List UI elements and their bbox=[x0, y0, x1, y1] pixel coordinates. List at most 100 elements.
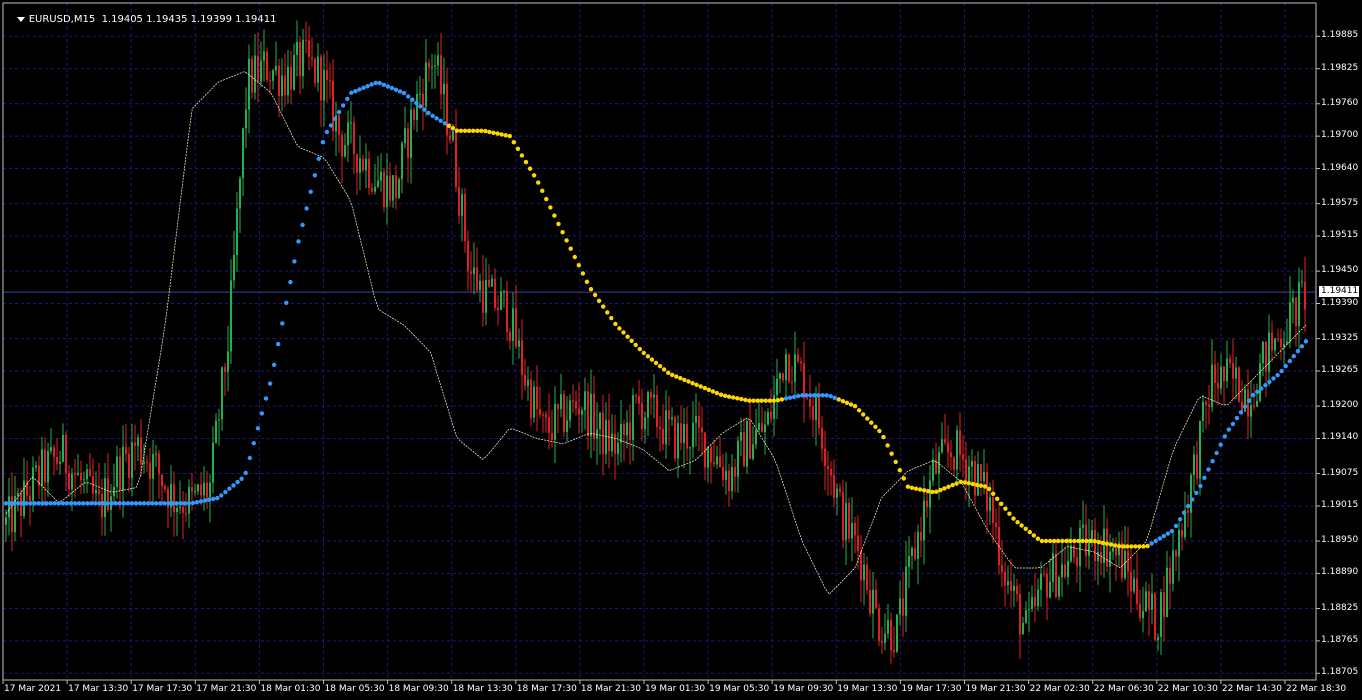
candle-body bbox=[977, 464, 979, 496]
candle-body bbox=[653, 394, 655, 398]
candle-body bbox=[407, 128, 409, 158]
candle-body bbox=[599, 412, 601, 430]
candle-body bbox=[1094, 529, 1096, 562]
trend-ma-dot bbox=[1271, 376, 1276, 381]
candle-body bbox=[284, 75, 286, 95]
candle-body bbox=[623, 424, 625, 436]
candle-body bbox=[1196, 454, 1198, 479]
trend-ma-dot bbox=[1267, 379, 1272, 385]
candle-body bbox=[1070, 545, 1072, 561]
x-tick-label: 22 Mar 06:30 bbox=[1093, 684, 1154, 694]
trend-ma-dot bbox=[373, 80, 378, 86]
trend-ma-dot bbox=[666, 370, 671, 375]
trend-ma-dot bbox=[1165, 531, 1171, 536]
trend-ma-dot bbox=[645, 354, 651, 359]
x-tick-label: 17 Mar 17:30 bbox=[132, 684, 193, 694]
trend-ma-dot bbox=[1072, 538, 1077, 544]
candle-body bbox=[1178, 529, 1180, 557]
candle-body bbox=[1289, 302, 1291, 342]
trend-ma-dot bbox=[877, 428, 882, 434]
candle-body bbox=[260, 60, 262, 82]
chart-header: EURUSD,M15 1.19405 1.19435 1.19399 1.194… bbox=[4, 3, 277, 36]
candle-body bbox=[1292, 297, 1294, 303]
candle-body bbox=[326, 70, 328, 81]
candle-body bbox=[356, 154, 358, 173]
trend-ma-dot bbox=[89, 501, 94, 506]
trend-ma-dot bbox=[426, 110, 431, 116]
trend-ma-dot bbox=[345, 96, 350, 102]
candle-body bbox=[698, 415, 700, 428]
candle-body bbox=[1049, 581, 1051, 598]
candle-body bbox=[872, 589, 874, 614]
candle-body bbox=[1082, 524, 1084, 528]
candle-body bbox=[611, 433, 613, 452]
trend-ma-dot bbox=[1246, 398, 1252, 403]
candle-body bbox=[662, 429, 664, 445]
candle-body bbox=[152, 454, 154, 479]
candle-body bbox=[365, 158, 367, 171]
trend-ma-dot bbox=[544, 196, 549, 202]
trend-ma-dot bbox=[812, 393, 817, 398]
trend-ma-dot bbox=[771, 398, 776, 403]
candle-body bbox=[1058, 577, 1060, 597]
trend-ma-dot bbox=[686, 379, 691, 384]
candle-body bbox=[434, 65, 436, 67]
trend-ma-dot bbox=[1255, 389, 1260, 394]
ohlc-values: 1.19405 1.19435 1.19399 1.19411 bbox=[101, 14, 277, 25]
trend-ma-dot bbox=[288, 279, 293, 285]
trend-ma-dot bbox=[930, 489, 935, 495]
candle-body bbox=[1115, 547, 1117, 556]
trend-ma-dot bbox=[430, 113, 435, 119]
trend-ma-dot bbox=[934, 489, 939, 494]
candle-body bbox=[272, 70, 274, 81]
candle-body bbox=[1076, 557, 1078, 567]
candle-body bbox=[1130, 571, 1132, 592]
candle-body bbox=[305, 39, 307, 41]
candle-body bbox=[188, 487, 190, 514]
y-tick-label: 1.19515 bbox=[1321, 230, 1359, 241]
trend-ma-dot bbox=[718, 392, 724, 397]
trend-ma-dot bbox=[1035, 536, 1041, 541]
trend-ma-dot bbox=[198, 499, 204, 504]
trend-ma-dot bbox=[56, 501, 61, 506]
trend-ma-dot bbox=[1003, 506, 1008, 511]
trend-ma-dot bbox=[336, 109, 342, 115]
candle-body bbox=[122, 446, 124, 491]
candle-body bbox=[605, 419, 607, 455]
trend-ma-dot bbox=[137, 501, 143, 506]
candle-body bbox=[428, 62, 430, 68]
trend-ma-dot bbox=[1145, 543, 1150, 549]
trend-ma-dot bbox=[889, 451, 894, 456]
trend-ma-dot bbox=[560, 230, 565, 235]
trend-ma-dot bbox=[710, 389, 716, 394]
trend-ma-dot bbox=[722, 393, 728, 398]
trend-ma-dot bbox=[791, 394, 797, 400]
candle-body bbox=[479, 280, 481, 291]
chart-window[interactable]: EURUSD,M15 1.19405 1.19435 1.19399 1.194… bbox=[0, 0, 1362, 700]
candle-body bbox=[422, 93, 424, 107]
x-tick-label: 18 Mar 13:30 bbox=[452, 684, 513, 694]
trend-ma-dot bbox=[206, 497, 212, 502]
candle-body bbox=[263, 51, 265, 61]
trend-ma-dot bbox=[572, 254, 577, 260]
trend-ma-dot bbox=[800, 393, 805, 398]
x-tick-label: 17 Mar 2021 bbox=[4, 684, 62, 694]
candle-body bbox=[857, 535, 859, 551]
price-chart[interactable] bbox=[0, 0, 1362, 700]
candle-body bbox=[230, 280, 232, 352]
trend-ma-dot bbox=[1031, 533, 1037, 538]
x-tick-label: 17 Mar 21:30 bbox=[196, 684, 257, 694]
candle-body bbox=[371, 187, 373, 192]
trend-ma-dot bbox=[897, 468, 902, 473]
symbol-label: EURUSD,M15 bbox=[28, 14, 96, 25]
candle-body bbox=[281, 75, 283, 96]
y-tick-label: 1.19200 bbox=[1321, 400, 1359, 411]
trend-ma-dot bbox=[1218, 442, 1223, 447]
candle-body bbox=[560, 394, 562, 410]
y-tick-label: 1.19075 bbox=[1321, 467, 1359, 478]
trend-ma-dot bbox=[1092, 539, 1098, 544]
trend-ma-dot bbox=[1194, 490, 1199, 496]
candle-body bbox=[1199, 420, 1201, 479]
dropdown-triangle-icon[interactable] bbox=[16, 16, 25, 22]
candle-body bbox=[884, 633, 886, 643]
